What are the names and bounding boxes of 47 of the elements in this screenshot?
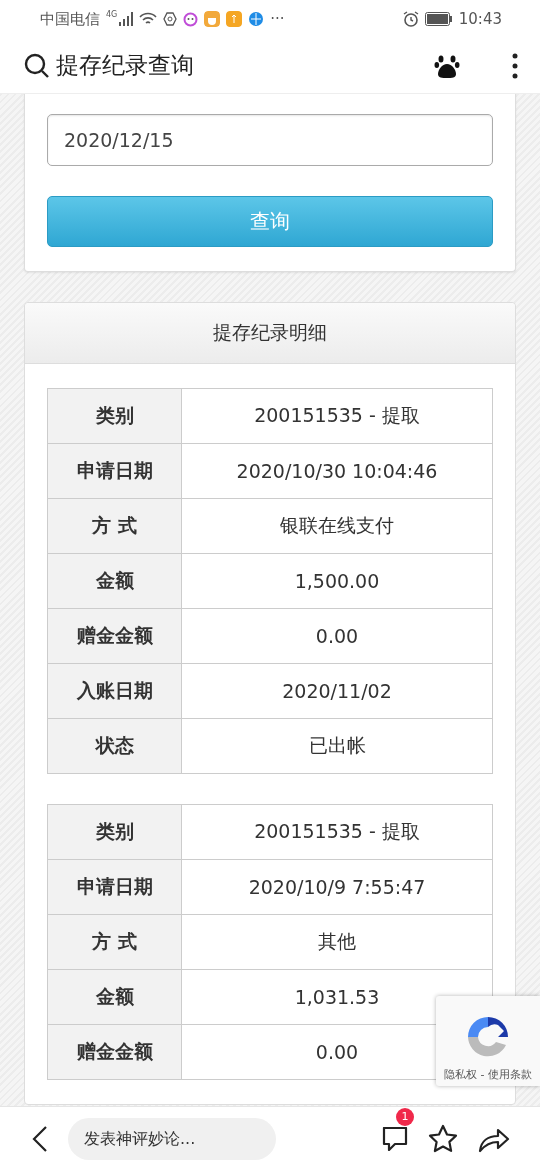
- date-field[interactable]: 2020/12/15: [47, 114, 493, 166]
- field-label: 方 式: [47, 498, 182, 554]
- hexagon-icon: [163, 12, 178, 26]
- comment-field[interactable]: 发表神评妙论...: [68, 1117, 276, 1160]
- carrier-name: 中国电信: [40, 9, 100, 29]
- search-icon[interactable]: [24, 52, 50, 79]
- field-value: 0.00: [315, 625, 359, 647]
- back-icon[interactable]: [32, 1125, 48, 1152]
- battery-icon: [424, 12, 453, 26]
- signal-icon: [119, 12, 134, 26]
- field-label: 类别: [47, 388, 182, 444]
- more-icon[interactable]: [512, 52, 518, 79]
- card-title: 提存纪录明细: [25, 303, 515, 364]
- field-value: 2020/10/30 10:04:46: [236, 460, 438, 482]
- more-notifications: ···: [270, 10, 285, 28]
- globe-icon: [248, 11, 265, 27]
- wifi-icon: [139, 12, 158, 26]
- field-label: 申请日期: [47, 859, 182, 915]
- field-value: 银联在线支付: [280, 514, 394, 536]
- comment-count-badge: 1: [396, 1107, 414, 1126]
- field-label: 入账日期: [47, 663, 182, 719]
- app-icon: [204, 11, 221, 27]
- field-label: 赠金金额: [47, 1024, 182, 1080]
- privacy-terms-links[interactable]: 隐私权 - 使用条款: [444, 1067, 532, 1082]
- field-value: 0.00: [315, 1041, 359, 1063]
- field-value: 1,500.00: [294, 570, 380, 592]
- star-icon[interactable]: [428, 1123, 458, 1154]
- field-value: 2020/10/9 7:55:47: [248, 876, 426, 898]
- app-icon: [226, 11, 243, 27]
- field-label: 类别: [47, 804, 182, 860]
- field-value: 已出帐: [308, 734, 366, 756]
- clock: 10:43: [458, 10, 502, 28]
- field-value: 1,031.53: [294, 986, 380, 1008]
- field-value: 200151535 - 提取: [254, 404, 420, 426]
- field-label: 金额: [47, 553, 182, 609]
- field-label: 方 式: [47, 914, 182, 970]
- field-value: 200151535 - 提取: [254, 820, 420, 842]
- field-label: 状态: [47, 718, 182, 774]
- page-title: 提存纪录查询: [56, 51, 195, 80]
- field-label: 金额: [47, 969, 182, 1025]
- field-label: 赠金金额: [47, 608, 182, 664]
- field-label: 申请日期: [47, 443, 182, 499]
- field-value: 其他: [318, 930, 356, 952]
- comment-icon[interactable]: [382, 1126, 408, 1151]
- field-value: 2020/11/02: [282, 680, 392, 702]
- network-type: 4G: [106, 10, 118, 19]
- alarm-icon: [402, 11, 419, 27]
